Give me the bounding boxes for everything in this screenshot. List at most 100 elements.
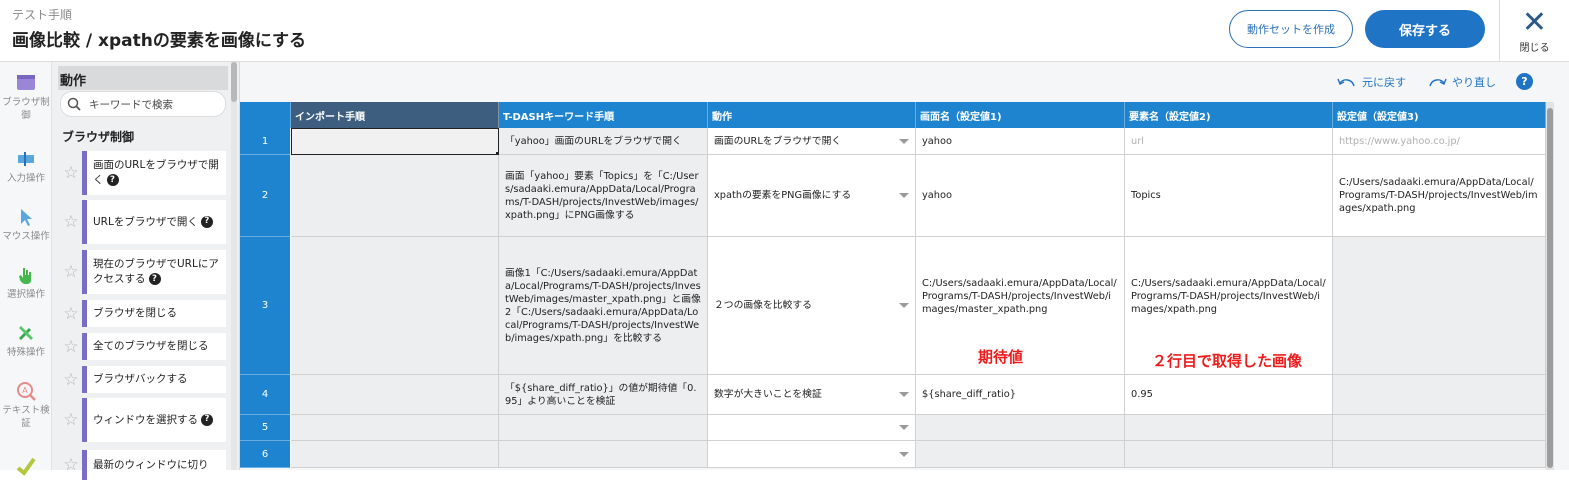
- table-cell-import[interactable]: [291, 128, 499, 155]
- nav-mouse[interactable]: マウス操作: [0, 206, 52, 243]
- column-header-value2[interactable]: 要素名（設定値2): [1125, 102, 1333, 128]
- chevron-down-icon: [899, 451, 909, 457]
- table-cell-value3[interactable]: C:/Users/sadaaki.emura/AppData/Local/Pro…: [1333, 155, 1546, 237]
- table-cell-value3[interactable]: [1333, 375, 1546, 415]
- action-dropdown[interactable]: [708, 441, 916, 468]
- action-item[interactable]: ☆ 現在のブラウザでURLにアクセスする?: [60, 250, 230, 294]
- table-cell-value2[interactable]: [1125, 415, 1333, 441]
- action-label: ブラウザバックする: [93, 373, 188, 385]
- column-header-keyword[interactable]: T-DASHキーワード手順: [499, 102, 708, 128]
- action-item[interactable]: ☆ ブラウザを閉じる: [60, 300, 230, 327]
- star-icon[interactable]: ☆: [60, 151, 82, 195]
- row-number[interactable]: 3: [240, 237, 290, 375]
- table-cell-import[interactable]: [291, 415, 499, 441]
- annotation-row2-image: ２行目で取得した画像: [1152, 352, 1303, 370]
- table-cell-import[interactable]: [291, 155, 499, 237]
- close-button[interactable]: ✕ 閉じる: [1499, 0, 1569, 62]
- nav-label: ブラウザ制御: [2, 97, 50, 121]
- save-button[interactable]: 保存する: [1365, 10, 1485, 48]
- action-item[interactable]: ☆ 画面のURLをブラウザで開く?: [60, 151, 230, 195]
- table-cell-value2[interactable]: Topics: [1125, 155, 1333, 237]
- table-cell-value2[interactable]: [1125, 441, 1333, 468]
- action-label: ウィンドウを選択する: [93, 413, 198, 426]
- action-item[interactable]: ☆ 最新のウィンドウに切り: [60, 450, 230, 480]
- nav-input[interactable]: 入力操作: [0, 148, 52, 185]
- action-item[interactable]: ☆ ウィンドウを選択する?: [60, 398, 230, 442]
- page-title: 画像比較 / xpathの要素を画像にする: [12, 31, 307, 51]
- actions-scrollbar[interactable]: [231, 62, 237, 470]
- table-cell-keyword[interactable]: 「${share_diff_ratio}」の値が期待値「0.95」より高いことを…: [499, 375, 708, 415]
- star-icon[interactable]: ☆: [60, 333, 82, 360]
- action-dropdown[interactable]: 画面のURLをブラウザで開く: [708, 128, 916, 155]
- input-icon: [18, 152, 34, 166]
- redo-button[interactable]: やり直し: [1426, 74, 1496, 90]
- cursor-icon: [21, 209, 32, 226]
- action-label: ブラウザを閉じる: [93, 307, 177, 319]
- star-icon[interactable]: ☆: [60, 250, 82, 294]
- row-number[interactable]: 6: [240, 441, 290, 468]
- nav-label: テキスト検証: [2, 405, 50, 429]
- action-item[interactable]: ☆ ブラウザバックする: [60, 366, 230, 393]
- table-cell-value2[interactable]: url: [1125, 128, 1333, 155]
- table-cell-value1[interactable]: [916, 415, 1125, 441]
- page-subtitle: テスト手順: [12, 8, 73, 22]
- table-cell-import[interactable]: [291, 441, 499, 468]
- table-cell-keyword[interactable]: 画像1「C:/Users/sadaaki.emura/AppData/Local…: [499, 237, 708, 375]
- table-cell-value3[interactable]: [1333, 441, 1546, 468]
- row-number[interactable]: 2: [240, 155, 290, 237]
- table-cell-value1[interactable]: [916, 441, 1125, 468]
- nav-select[interactable]: 選択操作: [0, 264, 52, 301]
- undo-button[interactable]: 元に戻す: [1336, 74, 1406, 90]
- row-number[interactable]: 5: [240, 415, 290, 441]
- table-cell-value3[interactable]: [1333, 237, 1546, 375]
- row-number[interactable]: 1: [240, 128, 290, 155]
- help-icon[interactable]: ?: [200, 215, 213, 228]
- column-header-action[interactable]: 動作: [708, 102, 916, 128]
- table-cell-keyword[interactable]: [499, 415, 708, 441]
- action-item[interactable]: ☆ 全てのブラウザを閉じる: [60, 333, 230, 360]
- table-cell-keyword[interactable]: 「yahoo」画面のURLをブラウザで開く: [499, 128, 708, 155]
- column-header-import[interactable]: インポート手順: [291, 102, 499, 128]
- action-dropdown[interactable]: xpathの要素をPNG画像にする: [708, 155, 916, 237]
- help-icon[interactable]: ?: [106, 174, 119, 186]
- help-icon[interactable]: ?: [148, 273, 161, 285]
- table-cell-keyword[interactable]: [499, 441, 708, 468]
- action-dropdown[interactable]: ２つの画像を比較する: [708, 237, 916, 375]
- action-item[interactable]: ☆ URLをブラウザで開く?: [60, 200, 230, 244]
- table-cell-value2[interactable]: 0.95: [1125, 375, 1333, 415]
- actions-panel: 動作 キーワードで検索 ブラウザ制御 ☆ 画面のURLをブラウザで開く? ☆ U…: [52, 62, 240, 480]
- table-cell-value3[interactable]: [1333, 415, 1546, 441]
- table-cell-keyword[interactable]: 画面「yahoo」要素「Topics」を「C:/Users/sadaaki.em…: [499, 155, 708, 237]
- nav-browser-control[interactable]: ブラウザ制御: [0, 72, 52, 122]
- help-icon[interactable]: ?: [201, 413, 213, 426]
- table-scrollbar[interactable]: [1546, 102, 1554, 470]
- redo-label: やり直し: [1452, 76, 1496, 89]
- action-dropdown[interactable]: [708, 415, 916, 441]
- table-cell-import[interactable]: [291, 375, 499, 415]
- row-number[interactable]: 4: [240, 375, 290, 415]
- star-icon[interactable]: ☆: [60, 398, 82, 442]
- action-value: 数字が大きいことを検証: [714, 389, 822, 400]
- redo-icon: [1429, 78, 1447, 87]
- close-label: 閉じる: [1519, 42, 1550, 54]
- table-cell-value1[interactable]: ${share_diff_ratio}: [916, 375, 1125, 415]
- star-icon[interactable]: ☆: [60, 366, 82, 393]
- nav-text-verify[interactable]: A テキスト検証: [0, 380, 52, 430]
- nav-special[interactable]: 特殊操作: [0, 322, 52, 359]
- chevron-down-icon: [899, 193, 909, 198]
- keyword-search-input[interactable]: キーワードで検索: [60, 91, 226, 117]
- chevron-down-icon: [899, 392, 909, 397]
- nav-verify[interactable]: [0, 454, 52, 478]
- star-icon[interactable]: ☆: [60, 450, 82, 480]
- table-cell-value1[interactable]: yahoo: [916, 128, 1125, 155]
- table-cell-value1[interactable]: yahoo: [916, 155, 1125, 237]
- table-cell-import[interactable]: [291, 237, 499, 375]
- table-cell-value3[interactable]: https://www.yahoo.co.jp/: [1333, 128, 1546, 155]
- action-dropdown[interactable]: 数字が大きいことを検証: [708, 375, 916, 415]
- column-header-value3[interactable]: 設定値（設定値3): [1333, 102, 1546, 128]
- column-header-value1[interactable]: 画面名（設定値1): [916, 102, 1125, 128]
- create-action-set-button[interactable]: 動作セットを作成: [1229, 10, 1353, 48]
- help-icon[interactable]: ?: [1516, 73, 1533, 90]
- star-icon[interactable]: ☆: [60, 300, 82, 327]
- star-icon[interactable]: ☆: [60, 200, 82, 244]
